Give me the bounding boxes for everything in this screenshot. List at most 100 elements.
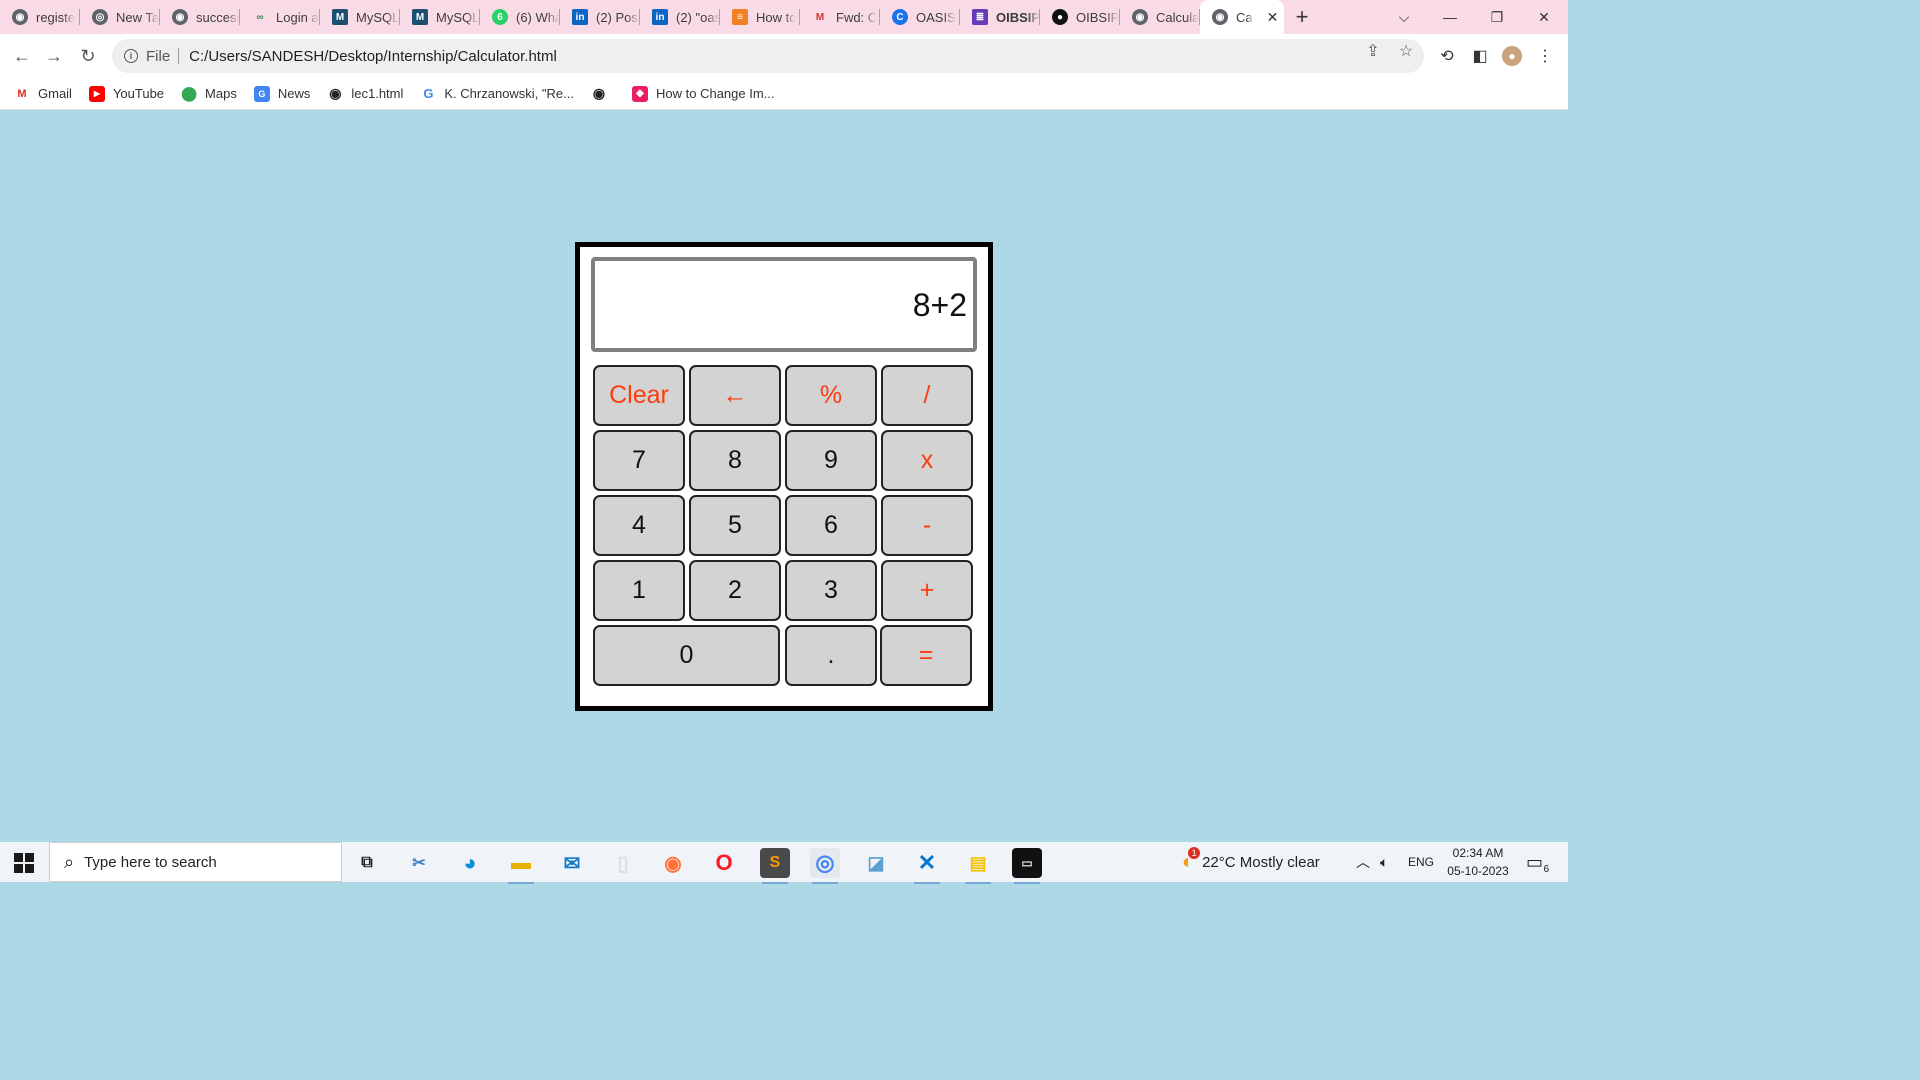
- decimal-button[interactable]: .: [785, 625, 877, 686]
- weather-moon-icon: ◐ 1: [1182, 846, 1201, 874]
- news-icon: G: [253, 85, 270, 102]
- subtract-button[interactable]: -: [881, 495, 973, 556]
- bookmark-star-icon[interactable]: ☆: [1397, 42, 1415, 60]
- equals-button[interactable]: =: [880, 625, 972, 686]
- linkedin-icon: in: [572, 9, 588, 25]
- volume-icon[interactable]: 🔈︎: [1380, 842, 1388, 882]
- edge-icon[interactable]: ◕: [455, 848, 485, 878]
- bookmark-item[interactable]: ◉ lec1.html: [327, 85, 403, 102]
- notification-center-icon[interactable]: ▭ 6: [1526, 842, 1550, 882]
- menu-kebab-icon[interactable]: ⋮: [1535, 46, 1555, 66]
- snipping-tool-icon[interactable]: ✂: [404, 848, 434, 878]
- python-icon[interactable]: ▤: [963, 848, 993, 884]
- tab-item[interactable]: M MySQL: [320, 0, 400, 34]
- add-button[interactable]: +: [881, 560, 973, 621]
- whatsapp-icon: 6: [492, 9, 508, 25]
- bookmark-item[interactable]: G News: [253, 85, 310, 102]
- tab-item[interactable]: ◎ New Ta: [80, 0, 160, 34]
- address-bar[interactable]: i File C:/Users/SANDESH/Desktop/Internsh…: [112, 39, 1424, 73]
- bookmark-item[interactable]: G K. Chrzanowski, "Re...: [420, 86, 574, 102]
- windows-start-icon[interactable]: [14, 853, 34, 873]
- bookmark-item[interactable]: M Gmail: [14, 86, 72, 102]
- terminal-icon[interactable]: ▭: [1012, 848, 1042, 884]
- close-window-button[interactable]: ✕: [1521, 0, 1567, 34]
- digit-0-button[interactable]: 0: [593, 625, 780, 686]
- digit-4-button[interactable]: 4: [593, 495, 685, 556]
- notepad-icon[interactable]: ▯: [608, 848, 638, 878]
- url-text: C:/Users/SANDESH/Desktop/Internship/Calc…: [189, 47, 557, 65]
- multiply-button[interactable]: x: [881, 430, 973, 491]
- search-icon: ⌕: [64, 851, 75, 872]
- oasis-icon: C: [892, 9, 908, 25]
- tab-active[interactable]: ◉ Ca ✕: [1200, 0, 1284, 34]
- tab-item[interactable]: in (2) Post: [560, 0, 640, 34]
- calculator: 8+2 Clear ← % / 7 8 9 x 4 5 6 - 1 2 3 + …: [575, 242, 993, 711]
- tab-item[interactable]: ● OIBSIP: [1040, 0, 1120, 34]
- minimize-button[interactable]: —: [1427, 0, 1473, 34]
- tab-item[interactable]: in (2) "oas: [640, 0, 720, 34]
- language-indicator[interactable]: ENG: [1408, 842, 1434, 882]
- forward-arrow-icon[interactable]: →: [41, 43, 67, 69]
- digit-5-button[interactable]: 5: [689, 495, 781, 556]
- extension-icon[interactable]: ⟲: [1437, 46, 1457, 66]
- task-view-icon[interactable]: ⧉: [352, 848, 382, 878]
- opera-icon[interactable]: O: [709, 848, 739, 878]
- chevron-up-icon[interactable]: ︿: [1356, 842, 1370, 882]
- chrome-icon[interactable]: ◎: [810, 848, 840, 884]
- bookmark-item[interactable]: ▶ YouTube: [88, 85, 164, 102]
- tab-item[interactable]: M MySQL: [400, 0, 480, 34]
- digit-2-button[interactable]: 2: [689, 560, 781, 621]
- sublime-text-icon[interactable]: S: [760, 848, 790, 884]
- share-icon[interactable]: ⇪: [1364, 42, 1382, 60]
- digit-3-button[interactable]: 3: [785, 560, 877, 621]
- weather-widget[interactable]: ◐ 1 22°C Mostly clear: [1182, 842, 1320, 882]
- linkedin-icon: in: [652, 9, 668, 25]
- app-icon[interactable]: ◪: [861, 848, 891, 878]
- info-icon[interactable]: i: [124, 49, 138, 63]
- bookmark-item[interactable]: ◉: [591, 85, 615, 102]
- tab-item[interactable]: 6 (6) Wha: [480, 0, 560, 34]
- weather-badge: 1: [1188, 846, 1201, 859]
- digit-7-button[interactable]: 7: [593, 430, 685, 491]
- vscode-icon[interactable]: ✕: [912, 848, 942, 884]
- tab-item[interactable]: ◉ Calcula: [1120, 0, 1200, 34]
- side-panel-icon[interactable]: ◧: [1470, 46, 1490, 66]
- digit-8-button[interactable]: 8: [689, 430, 781, 491]
- tab-item[interactable]: ≣ OIBSIP: [960, 0, 1040, 34]
- percent-button[interactable]: %: [785, 365, 877, 426]
- stackoverflow-icon: ≡: [732, 9, 748, 25]
- taskbar-search-input[interactable]: ⌕ Type here to search: [49, 842, 342, 882]
- app-icon: ◆: [632, 85, 648, 102]
- profile-avatar[interactable]: ●: [1502, 46, 1522, 66]
- backspace-button[interactable]: ←: [689, 365, 781, 426]
- digit-1-button[interactable]: 1: [593, 560, 685, 621]
- clear-button[interactable]: Clear: [593, 365, 685, 426]
- tab-item[interactable]: ∞ Login a: [240, 0, 320, 34]
- close-tab-icon[interactable]: ✕: [1267, 9, 1279, 26]
- tab-item[interactable]: ≡ How to: [720, 0, 800, 34]
- tab-item[interactable]: ◉ success: [160, 0, 240, 34]
- github-icon: ●: [1052, 9, 1068, 25]
- tab-item[interactable]: M Fwd: C: [800, 0, 880, 34]
- divide-button[interactable]: /: [881, 365, 973, 426]
- clock[interactable]: 02:34 AM 05-10-2023: [1440, 844, 1516, 880]
- globe-icon: ◉: [329, 85, 342, 101]
- mail-icon[interactable]: ✉: [557, 848, 587, 878]
- browser-toolbar: ← → ↻ i File C:/Users/SANDESH/Desktop/In…: [0, 34, 1568, 78]
- new-tab-button[interactable]: +: [1284, 0, 1320, 34]
- forms-icon: ≣: [972, 9, 988, 25]
- tab-item[interactable]: ◉ registe: [0, 0, 80, 34]
- file-explorer-icon[interactable]: ▬: [506, 848, 536, 884]
- bookmark-item[interactable]: ◆ How to Change Im...: [632, 85, 775, 102]
- firefox-icon[interactable]: ◉: [658, 848, 688, 878]
- bookmark-item[interactable]: ⬤ Maps: [181, 85, 237, 102]
- digit-9-button[interactable]: 9: [785, 430, 877, 491]
- tab-search-chevron-icon[interactable]: ⌵: [1381, 0, 1427, 34]
- back-arrow-icon[interactable]: ←: [9, 43, 35, 69]
- restore-button[interactable]: ❐: [1474, 0, 1520, 34]
- bookmarks-bar: M Gmail ▶ YouTube ⬤ Maps G News ◉ lec1.html G…: [0, 78, 1568, 110]
- gfg-icon: ∞: [256, 11, 264, 23]
- digit-6-button[interactable]: 6: [785, 495, 877, 556]
- tab-item[interactable]: C OASIS: [880, 0, 960, 34]
- reload-icon[interactable]: ↻: [75, 43, 101, 69]
